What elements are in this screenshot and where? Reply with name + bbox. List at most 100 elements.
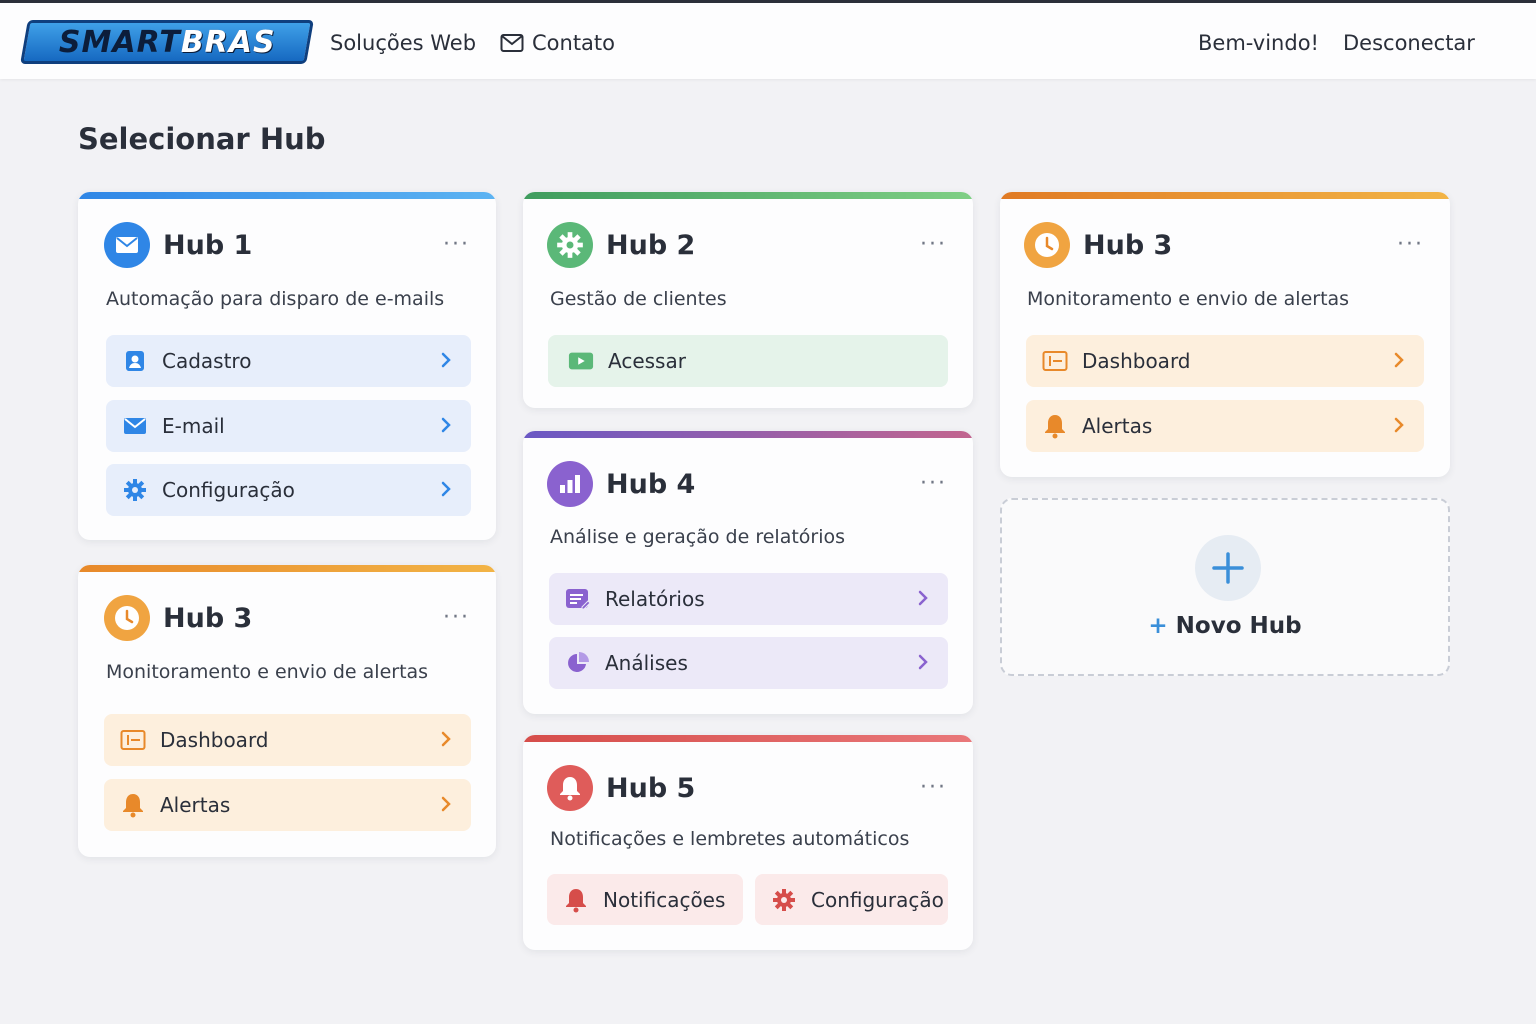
hub-title: Hub 3 (1083, 229, 1173, 261)
gear-icon (122, 477, 148, 503)
hub-title: Hub 2 (606, 229, 696, 261)
logout-label: Desconectar (1343, 31, 1475, 55)
hub-accent-bar (523, 431, 973, 438)
button-label: Alertas (160, 793, 231, 817)
alertas-button[interactable]: Alertas (1026, 400, 1424, 452)
welcome-text: Bem-vindo! (1198, 31, 1319, 55)
logout-link[interactable]: Desconectar (1343, 31, 1475, 55)
hub-accent-bar (78, 565, 496, 572)
configuracao-button[interactable]: Configuração (755, 874, 948, 925)
envelope-icon (122, 413, 148, 439)
more-options-icon[interactable]: ··· (920, 232, 947, 257)
button-label: Análises (605, 651, 688, 675)
bar-chart-icon (547, 461, 593, 507)
button-label: Notificações (603, 887, 726, 912)
chevron-right-icon (918, 654, 928, 670)
analises-button[interactable]: Análises (549, 637, 948, 689)
more-options-icon[interactable]: ··· (920, 471, 947, 496)
bell-icon (563, 887, 589, 913)
acessar-button[interactable]: Acessar (548, 335, 948, 387)
page-title: Selecionar Hub (78, 122, 326, 156)
nav-solucoes-web[interactable]: Soluções Web (330, 31, 476, 55)
hub-description: Automação para disparo de e-mails (106, 288, 445, 310)
dashboard-button[interactable]: Dashboard (104, 714, 471, 766)
hub-card-5: Hub 5 ··· Notificações e lembretes autom… (523, 735, 973, 950)
button-label: E-mail (162, 414, 225, 438)
button-label: Dashboard (1082, 349, 1191, 373)
clock-icon (104, 595, 150, 641)
logo-text-smart: SMART (58, 24, 181, 60)
more-options-icon[interactable]: ··· (920, 775, 947, 800)
hub-description: Notificações e lembretes automáticos (550, 828, 910, 850)
hub-card-4: Hub 4 ··· Análise e geração de relatório… (523, 431, 973, 714)
new-hub-label: + Novo Hub (1002, 613, 1448, 639)
button-label: Dashboard (160, 728, 269, 752)
top-navbar: SMART BRAS Soluções Web Contato Bem-vindo… (0, 0, 1536, 79)
envelope-icon (104, 222, 150, 268)
dashboard-icon (1042, 348, 1068, 374)
button-label: Configuração (162, 478, 295, 502)
logo-text-bras: BRAS (180, 24, 276, 60)
button-label: Configuração (811, 887, 944, 912)
play-icon (568, 348, 594, 374)
hub-description: Monitoramento e envio de alertas (106, 661, 429, 683)
chevron-right-icon (1394, 417, 1404, 433)
hub-description: Monitoramento e envio de alertas (1027, 288, 1350, 310)
hub-card-1: Hub 1 ··· Automação para disparo de e-ma… (78, 192, 496, 540)
smartbras-logo[interactable]: SMART BRAS (20, 20, 314, 64)
chevron-right-icon (441, 796, 451, 812)
new-hub-card[interactable]: + Novo Hub (1000, 498, 1450, 676)
welcome-label: Bem-vindo! (1198, 31, 1319, 55)
hub-description: Gestão de clientes (550, 288, 727, 310)
nav-contato[interactable]: Contato (500, 31, 615, 55)
dashboard-button[interactable]: Dashboard (1026, 335, 1424, 387)
configuracao-button[interactable]: Configuração (106, 464, 471, 516)
hub-accent-bar (523, 192, 973, 199)
alertas-button[interactable]: Alertas (104, 779, 471, 831)
plus-sign: + (1148, 613, 1168, 639)
hub-accent-bar (523, 735, 973, 742)
plus-icon (1195, 535, 1261, 601)
chevron-right-icon (441, 352, 451, 368)
hub-description: Análise e geração de relatórios (550, 526, 846, 548)
user-card-icon (122, 348, 148, 374)
new-hub-text: Novo Hub (1175, 613, 1302, 639)
relatorios-button[interactable]: Relatórios (549, 573, 948, 625)
button-label: Alertas (1082, 414, 1153, 438)
nav-contato-label: Contato (532, 31, 616, 55)
more-options-icon[interactable]: ··· (443, 605, 470, 630)
chevron-right-icon (441, 417, 451, 433)
button-label: Cadastro (162, 349, 252, 373)
bell-icon (120, 792, 146, 818)
report-icon (565, 586, 591, 612)
bell-icon (547, 765, 593, 811)
chevron-right-icon (918, 590, 928, 606)
more-options-icon[interactable]: ··· (1397, 232, 1424, 257)
notificacoes-button[interactable]: Notificações (547, 874, 743, 925)
hub-card-2: Hub 2 ··· Gestão de clientes Acessar (523, 192, 973, 408)
nav-solucoes-label: Soluções Web (330, 31, 477, 55)
hub-card-3-right: Hub 3 ··· Monitoramento e envio de alert… (1000, 192, 1450, 477)
hub-card-3-left: Hub 3 ··· Monitoramento e envio de alert… (78, 565, 496, 857)
pie-chart-icon (565, 650, 591, 676)
gear-icon (771, 887, 797, 913)
hub-title: Hub 1 (163, 229, 253, 261)
button-label: Relatórios (605, 587, 705, 611)
clock-icon (1024, 222, 1070, 268)
cadastro-button[interactable]: Cadastro (106, 335, 471, 387)
chevron-right-icon (441, 481, 451, 497)
hub-title: Hub 5 (606, 772, 696, 804)
hub-accent-bar (78, 192, 496, 199)
dashboard-icon (120, 727, 146, 753)
more-options-icon[interactable]: ··· (443, 232, 470, 257)
bell-icon (1042, 413, 1068, 439)
chevron-right-icon (1394, 352, 1404, 368)
hub-title: Hub 4 (606, 468, 696, 500)
hub-title: Hub 3 (163, 602, 253, 634)
chevron-right-icon (441, 731, 451, 747)
email-button[interactable]: E-mail (106, 400, 471, 452)
hub-accent-bar (1000, 192, 1450, 199)
envelope-icon (500, 34, 524, 52)
gear-icon (547, 222, 593, 268)
button-label: Acessar (608, 349, 686, 373)
